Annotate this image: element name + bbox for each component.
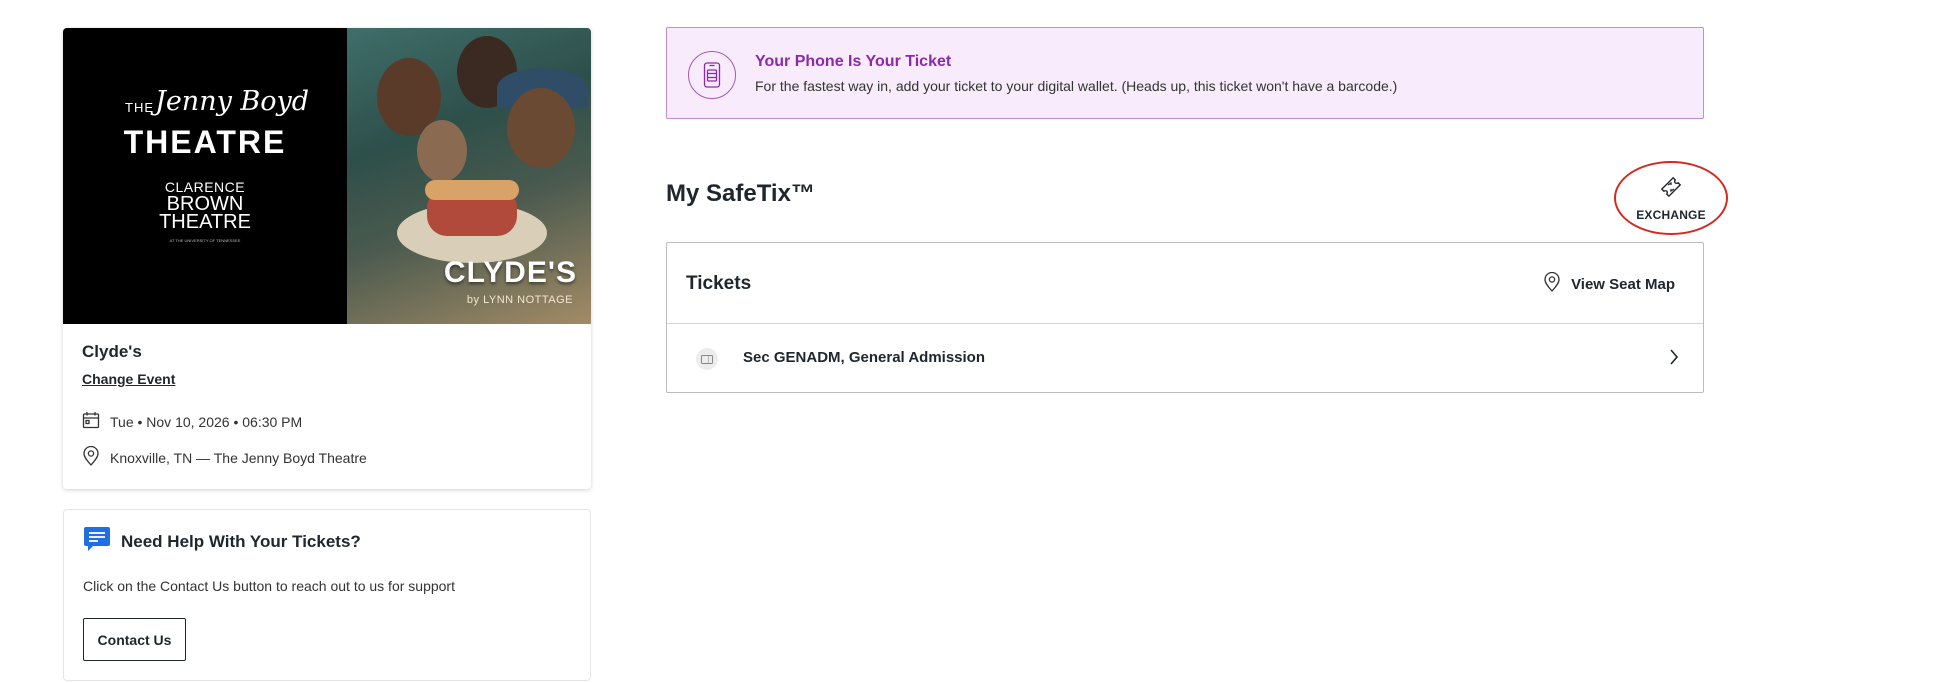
- phone-banner-title: Your Phone Is Your Ticket: [755, 53, 952, 70]
- help-card: Need Help With Your Tickets? Click on th…: [63, 509, 591, 681]
- change-event-link[interactable]: Change Event: [82, 371, 175, 387]
- chat-icon: [83, 525, 111, 558]
- theatre-logo-panel: THE Jenny Boyd THEATRE CLARENCE BROWN TH…: [63, 28, 347, 324]
- event-info: Clyde's Change Event Tue • Nov 10, 2026 …: [82, 342, 572, 469]
- help-header: Need Help With Your Tickets?: [83, 525, 361, 558]
- logo-tiny-text: AT THE UNIVERSITY OF TENNESSEE: [169, 238, 241, 243]
- artwork-figure: [417, 120, 467, 182]
- view-seat-map-button[interactable]: View Seat Map: [1543, 271, 1675, 297]
- help-title: Need Help With Your Tickets?: [121, 531, 361, 551]
- tickets-label: Tickets: [686, 273, 752, 294]
- play-subtitle: by LYNN NOTTAGE: [466, 294, 573, 306]
- calendar-icon: [82, 411, 100, 432]
- play-artwork: CLYDE'S by LYNN NOTTAGE: [347, 28, 591, 324]
- annotation-circle: [1614, 161, 1728, 235]
- contact-us-button[interactable]: Contact Us: [83, 618, 186, 661]
- location-pin-icon: [1543, 271, 1561, 297]
- chevron-right-icon: [1669, 348, 1679, 371]
- event-venue: Knoxville, TN — The Jenny Boyd Theatre: [110, 449, 367, 466]
- play-title: CLYDE'S: [443, 256, 577, 289]
- event-image: THE Jenny Boyd THEATRE CLARENCE BROWN TH…: [63, 28, 591, 324]
- logo-the: THE: [125, 100, 154, 115]
- phone-ticket-banner: Your Phone Is Your Ticket For the fastes…: [666, 27, 1704, 119]
- safetix-title: My SafeTix™: [666, 180, 815, 207]
- event-date: Tue • Nov 10, 2026 • 06:30 PM: [110, 413, 303, 430]
- event-name: Clyde's: [82, 342, 142, 361]
- exchange-button[interactable]: EXCHANGE: [1614, 161, 1728, 235]
- event-venue-row: Knoxville, TN — The Jenny Boyd Theatre: [82, 445, 572, 469]
- ticket-row-label: Sec GENADM, General Admission: [743, 349, 986, 366]
- help-text: Click on the Contact Us button to reach …: [83, 578, 455, 594]
- tickets-header: Tickets View Seat Map: [667, 243, 1703, 324]
- event-date-row: Tue • Nov 10, 2026 • 06:30 PM: [82, 411, 572, 432]
- phone-ticket-icon: [688, 51, 736, 99]
- location-pin-icon: [82, 445, 100, 469]
- ticket-icon: [696, 348, 718, 370]
- view-seat-map-label: View Seat Map: [1571, 276, 1675, 293]
- artwork-figure: [507, 88, 575, 168]
- logo-line-3: THEATRE: [159, 211, 251, 233]
- logo-script: Jenny Boyd: [155, 86, 310, 117]
- tickets-panel: Tickets View Seat Map Sec GENADM, Genera…: [666, 242, 1704, 393]
- artwork-bread: [425, 180, 519, 200]
- event-card: THE Jenny Boyd THEATRE CLARENCE BROWN TH…: [63, 28, 591, 489]
- logo-clarence-brown: CLARENCE BROWN THEATRE: [63, 180, 347, 233]
- ticket-row[interactable]: Sec GENADM, General Admission: [667, 324, 1703, 393]
- phone-banner-text: For the fastest way in, add your ticket …: [755, 78, 1398, 94]
- logo-theatre: THEATRE: [123, 124, 287, 160]
